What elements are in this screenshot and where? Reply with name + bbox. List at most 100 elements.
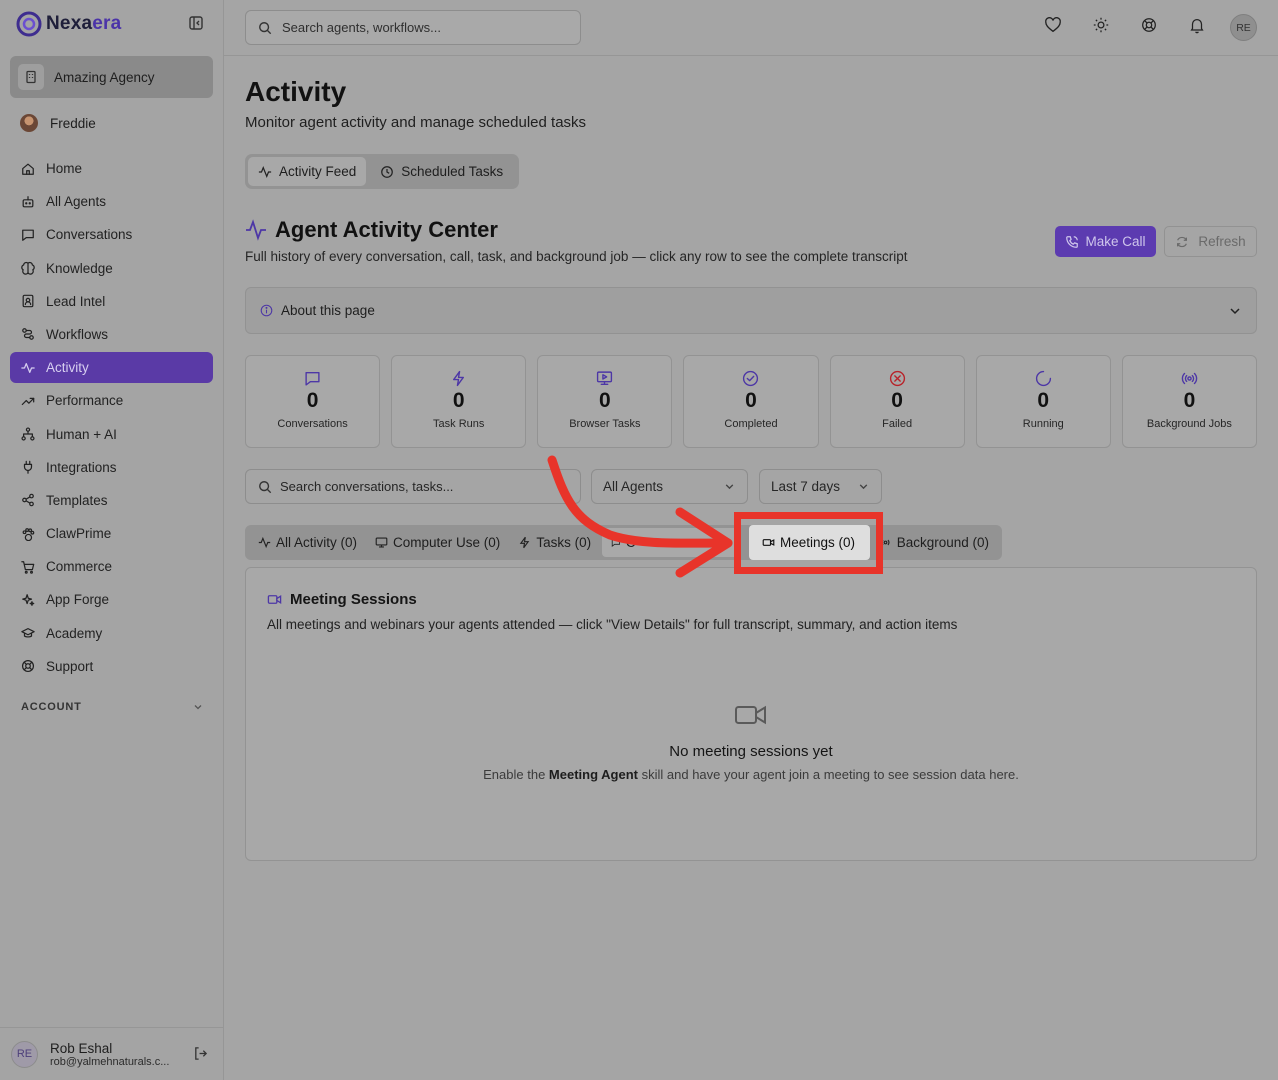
- stat-card-completed[interactable]: 0 Completed: [683, 355, 819, 448]
- building-icon: [18, 64, 44, 90]
- global-search-input[interactable]: Search agents, workflows...: [245, 10, 581, 45]
- stat-card-running[interactable]: 0 Running: [975, 355, 1111, 448]
- brand-name: Nexaera: [46, 13, 122, 34]
- sidebar-item-performance[interactable]: Performance: [10, 385, 213, 416]
- sidebar-item-knowledge[interactable]: Knowledge: [10, 253, 213, 284]
- sidebar-item-label: Commerce: [46, 559, 113, 575]
- make-call-button[interactable]: Make Call: [1055, 226, 1156, 257]
- view-tabs: Activity Feed Scheduled Tasks: [245, 154, 519, 189]
- current-user[interactable]: Freddie: [20, 114, 96, 132]
- tab-scheduled-tasks[interactable]: Scheduled Tasks: [370, 157, 513, 186]
- stat-label: Running: [1022, 418, 1064, 430]
- annotation-highlight-box: [734, 512, 883, 574]
- activity-search-input[interactable]: Search conversations, tasks...: [245, 469, 581, 504]
- avatar[interactable]: RE: [11, 1040, 38, 1068]
- page-subtitle: Monitor agent activity and manage schedu…: [245, 114, 587, 131]
- sidebar-item-workflows[interactable]: Workflows: [10, 319, 213, 350]
- cart-icon: [21, 560, 35, 574]
- info-icon: [260, 304, 273, 317]
- stat-label: Browser Tasks: [569, 418, 641, 430]
- agency-switcher[interactable]: Amazing Agency: [10, 56, 213, 98]
- sidebar-item-label: Support: [46, 658, 94, 674]
- home-icon: [22, 163, 34, 175]
- chevron-down-icon: [1230, 308, 1240, 315]
- chevron-down-icon: [859, 484, 868, 490]
- sidebar-item-human-ai[interactable]: Human + AI: [10, 419, 213, 450]
- sidebar-item-activity[interactable]: Activity: [10, 352, 213, 384]
- stat-value: 0: [745, 389, 757, 412]
- tab-computer-use[interactable]: Computer Use (0): [366, 528, 509, 557]
- sidebar-item-label: ClawPrime: [46, 526, 112, 542]
- bolt-icon: [520, 536, 530, 549]
- stat-label: Conversations: [277, 418, 348, 430]
- about-accordion[interactable]: About this page: [245, 287, 1257, 334]
- sidebar: Nexaera Amazing Agency Freddie Home All A…: [0, 0, 224, 1080]
- sidebar-item-label: App Forge: [46, 592, 110, 608]
- video-icon: [267, 595, 282, 604]
- tab-all-activity[interactable]: All Activity (0): [249, 528, 366, 557]
- tab-background[interactable]: Background (0): [870, 528, 998, 557]
- tab-conversations[interactable]: C s (0: [602, 528, 740, 557]
- page-title: Activity: [245, 76, 347, 107]
- activity-icon: [21, 362, 35, 373]
- stat-card-failed[interactable]: 0 Failed: [829, 355, 965, 448]
- sun-icon[interactable]: [1092, 16, 1110, 34]
- collapse-sidebar-icon[interactable]: [188, 15, 204, 31]
- spinner-icon: [1035, 370, 1051, 387]
- sidebar-item-academy[interactable]: Academy: [10, 618, 213, 649]
- lifebuoy-icon: [21, 660, 35, 673]
- date-range-select[interactable]: Last 7 days: [759, 469, 882, 504]
- logout-icon[interactable]: [193, 1046, 208, 1061]
- monitor-icon: [597, 371, 613, 386]
- phone-call-icon: [1066, 235, 1079, 248]
- sidebar-item-app-forge[interactable]: App Forge: [10, 584, 213, 615]
- workflow-icon: [22, 328, 34, 341]
- stat-value: 0: [1183, 389, 1196, 412]
- stats-row: 0 Conversations 0 Task Runs 0 Browser Tasks 0 C…: [245, 355, 1257, 448]
- sidebar-item-home[interactable]: Home: [10, 153, 213, 184]
- heart-icon[interactable]: [1044, 16, 1062, 34]
- lifebuoy-icon[interactable]: [1140, 16, 1158, 34]
- stat-label: Task Runs: [433, 418, 485, 430]
- sidebar-item-templates[interactable]: Templates: [10, 485, 213, 516]
- tab-activity-feed[interactable]: Activity Feed: [248, 157, 367, 186]
- refresh-icon: [1177, 236, 1188, 247]
- account-section-toggle[interactable]: ACCOUNT: [21, 701, 203, 713]
- sidebar-item-all-agents[interactable]: All Agents: [10, 186, 213, 217]
- topbar-actions: [1044, 16, 1206, 34]
- sidebar-item-clawprime[interactable]: ClawPrime: [10, 518, 213, 549]
- user-name: Freddie: [50, 115, 96, 131]
- search-icon: [259, 480, 272, 493]
- stat-value: 0: [1037, 389, 1050, 412]
- empty-state-title: No meeting sessions yet: [669, 743, 833, 760]
- stat-card-task-runs[interactable]: 0 Task Runs: [391, 355, 527, 448]
- avatar[interactable]: RE: [1230, 14, 1257, 41]
- sidebar-item-integrations[interactable]: Integrations: [10, 452, 213, 483]
- section-subtitle: Full history of every conversation, call…: [245, 249, 908, 264]
- sidebar-nav: Home All Agents Conversations Knowledge Lead…: [10, 153, 213, 684]
- stat-card-conversations[interactable]: 0 Conversations: [245, 355, 381, 448]
- tab-tasks[interactable]: Tasks (0): [509, 528, 600, 557]
- bell-icon[interactable]: [1188, 16, 1206, 34]
- stat-card-browser-tasks[interactable]: 0 Browser Tasks: [537, 355, 673, 448]
- stat-label: Background Jobs: [1146, 418, 1232, 430]
- footer-user-email: rob@yalmehnaturals.c...: [50, 1055, 170, 1068]
- stat-value: 0: [306, 389, 319, 412]
- refresh-button[interactable]: Refresh: [1164, 226, 1257, 257]
- sidebar-item-commerce[interactable]: Commerce: [10, 551, 213, 582]
- sidebar-item-lead-intel[interactable]: Lead Intel: [10, 286, 213, 317]
- bolt-icon: [453, 370, 465, 387]
- brand-logo[interactable]: Nexaera: [16, 10, 121, 38]
- avatar: [20, 114, 38, 132]
- agent-filter-select[interactable]: All Agents: [591, 469, 748, 504]
- message-icon: [22, 229, 34, 241]
- panel-subtitle: All meetings and webinars your agents at…: [267, 617, 958, 632]
- plug-icon: [23, 460, 33, 474]
- trending-icon: [21, 397, 35, 405]
- activity-icon: [246, 219, 266, 241]
- sidebar-item-conversations[interactable]: Conversations: [10, 219, 213, 250]
- empty-state: No meeting sessions yet Enable the Meeti…: [246, 698, 1256, 782]
- sidebar-item-support[interactable]: Support: [10, 651, 213, 682]
- message-icon: [611, 538, 621, 548]
- stat-card-background-jobs[interactable]: 0 Background Jobs: [1121, 355, 1257, 448]
